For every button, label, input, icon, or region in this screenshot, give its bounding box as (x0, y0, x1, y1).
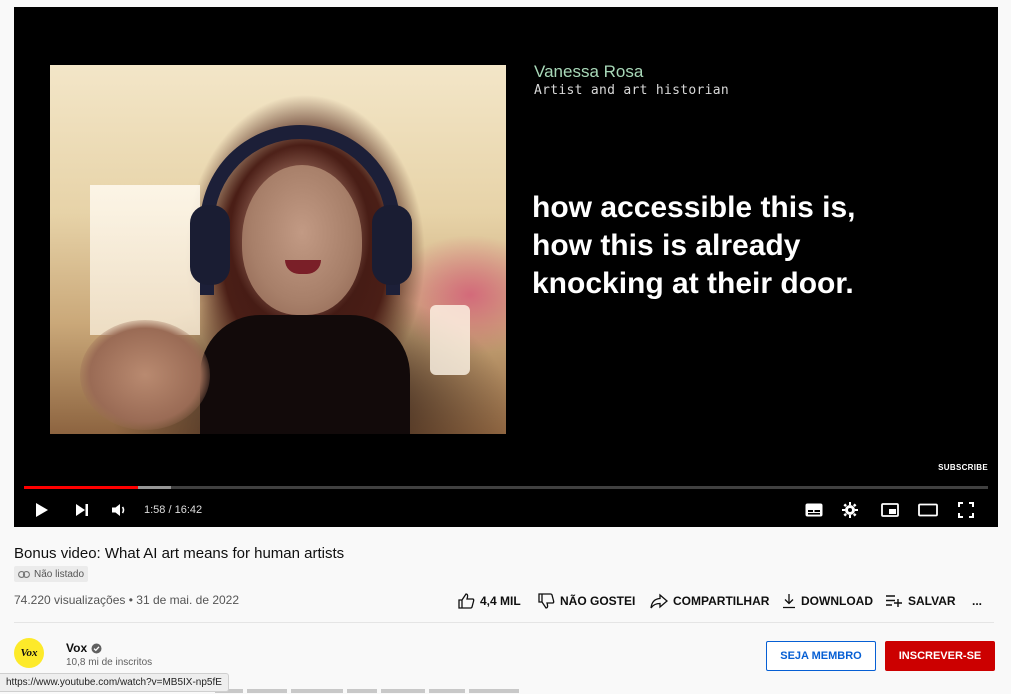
save-button[interactable]: SALVAR (885, 590, 956, 612)
channel-name: Vox (66, 641, 88, 655)
dislike-button[interactable]: NÃO GOSTEI (538, 590, 635, 612)
miniplayer-icon (881, 503, 899, 517)
video-player[interactable]: Vanessa Rosa Artist and art historian ho… (14, 7, 998, 527)
next-button[interactable] (68, 493, 96, 527)
divider (14, 622, 994, 623)
progress-bar[interactable] (24, 486, 988, 489)
miniplayer-button[interactable] (876, 493, 904, 527)
gear-icon (842, 502, 858, 518)
fullscreen-button[interactable] (952, 493, 980, 527)
avatar-text: Vox (20, 647, 38, 659)
share-button[interactable]: COMPARTILHAR (650, 590, 769, 612)
theater-mode-icon (918, 503, 938, 517)
subscribe-button[interactable]: INSCREVER-SE (885, 641, 995, 671)
background-window (90, 185, 200, 335)
volume-icon (112, 504, 125, 516)
channel-name-row[interactable]: Vox (66, 641, 102, 655)
more-actions-button[interactable]: ... (972, 590, 982, 612)
like-button[interactable]: 4,4 MIL (458, 590, 521, 612)
dislike-label: NÃO GOSTEI (560, 594, 636, 608)
subscriber-count: 10,8 mi de inscritos (66, 657, 153, 668)
speaker-role: Artist and art historian (534, 83, 730, 98)
headphone-earcup-right (372, 205, 412, 285)
play-button[interactable] (28, 493, 56, 527)
speaker-name: Vanessa Rosa (534, 62, 644, 81)
more-icon: ... (972, 594, 983, 608)
time-display: 1:58 / 16:42 (144, 504, 203, 516)
add-to-playlist-icon (886, 595, 902, 607)
play-icon (36, 503, 48, 517)
next-icon (76, 504, 88, 516)
subtitles-button[interactable] (800, 493, 828, 527)
fullscreen-icon (958, 502, 974, 518)
views-and-date: 74.220 visualizações • 31 de mai. de 202… (14, 593, 240, 607)
share-label: COMPARTILHAR (673, 594, 770, 608)
like-count: 4,4 MIL (480, 594, 521, 608)
download-button[interactable]: DOWNLOAD (782, 590, 873, 612)
video-quote: how accessible this is, how this is alre… (532, 191, 856, 300)
video-title: Bonus video: What AI art means for human… (14, 545, 345, 562)
speaker-webcam-frame (50, 65, 506, 434)
save-label: SALVAR (908, 594, 956, 608)
player-controls: 1:58 / 16:42 (14, 493, 998, 527)
volume-button[interactable] (106, 493, 134, 527)
download-label: DOWNLOAD (801, 594, 873, 608)
settings-button[interactable] (836, 493, 864, 527)
unlisted-badge: Não listado (14, 566, 89, 582)
share-icon (650, 593, 668, 609)
headphone-earcup-left (190, 205, 230, 285)
thumbs-up-icon (458, 593, 475, 609)
speaker-body (200, 315, 410, 434)
progress-played (24, 486, 138, 489)
speaker-hand (80, 320, 210, 430)
download-icon (783, 594, 795, 609)
background-lamp (430, 305, 470, 375)
verified-icon (91, 643, 102, 653)
subtitles-icon (805, 503, 823, 517)
link-icon (18, 570, 30, 578)
channel-avatar[interactable]: Vox (14, 638, 44, 668)
description-preview-cut (215, 686, 535, 694)
status-bar-url: https://www.youtube.com/watch?v=MB5IX-np… (0, 673, 229, 692)
join-member-button[interactable]: SEJA MEMBRO (766, 641, 876, 671)
theater-mode-button[interactable] (914, 493, 942, 527)
subscribe-watermark[interactable]: SUBSCRIBE (938, 463, 988, 472)
unlisted-label: Não listado (34, 568, 85, 580)
thumbs-down-icon (538, 593, 555, 609)
headphones (200, 125, 400, 295)
